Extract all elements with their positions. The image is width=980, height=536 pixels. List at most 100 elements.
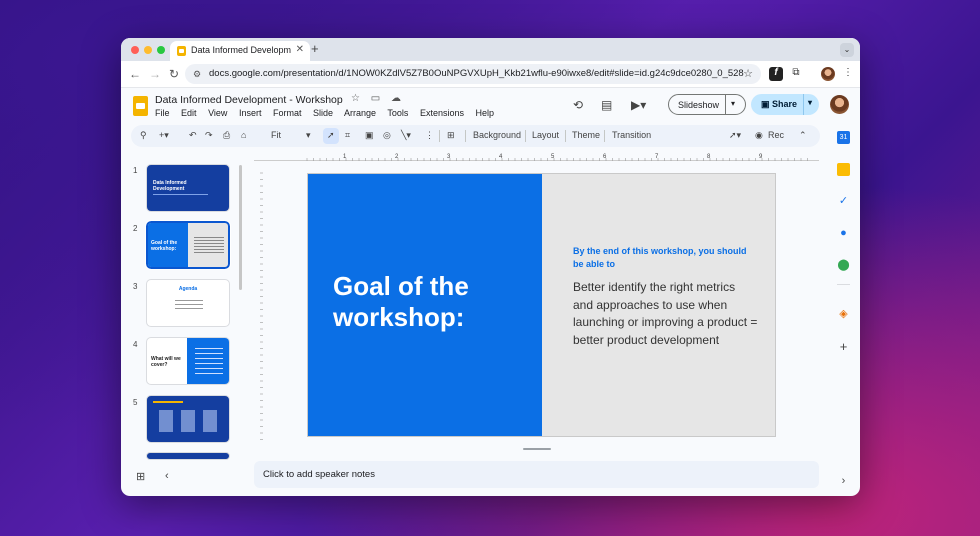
keep-icon[interactable] (837, 163, 850, 176)
slide-thumbnail-2[interactable]: Goal of the workshop: (145, 220, 231, 270)
bookmark-star-icon[interactable]: ☆ (743, 67, 753, 80)
url-text: docs.google.com/presentation/d/1NOW0KZdl… (209, 68, 744, 79)
menu-format[interactable]: Format (273, 108, 302, 118)
filmstrip-scrollbar[interactable] (239, 165, 242, 290)
menu-insert[interactable]: Insert (239, 108, 262, 118)
collapse-toolbar-chevron-icon[interactable]: ⌃ (799, 130, 807, 141)
theme-button[interactable]: Theme (572, 130, 600, 140)
thumb-title: What will we cover? (151, 356, 181, 368)
tab-close-icon[interactable]: ✕ (296, 44, 304, 55)
version-history-icon[interactable]: ⟲ (573, 98, 583, 112)
slideshow-options-chevron-icon[interactable]: ▾ (731, 99, 735, 108)
menu-arrange[interactable]: Arrange (344, 108, 376, 118)
back-arrow-icon[interactable]: ← (129, 67, 141, 81)
ruler-label: 5 (551, 154, 555, 160)
calendar-icon[interactable]: 31 (837, 131, 850, 144)
slides-favicon-icon (177, 46, 186, 56)
slides-logo-icon[interactable] (133, 96, 148, 116)
slide-number: 2 (133, 224, 138, 233)
layout-button[interactable]: Layout (532, 130, 559, 140)
menu-help[interactable]: Help (475, 108, 494, 118)
extensions-puzzle-icon[interactable]: ⧉ (789, 67, 803, 81)
share-options-chevron-icon[interactable]: ▾ (808, 98, 812, 107)
more-tools-icon[interactable]: ⋮ (425, 130, 434, 141)
slide-thumbnail-4[interactable]: What will we cover? (146, 337, 230, 385)
expand-side-panel-chevron-icon[interactable]: › (837, 475, 850, 488)
thumb-text-lines (195, 348, 223, 376)
transition-button[interactable]: Transition (612, 130, 651, 140)
cloud-status-icon[interactable]: ☁ (391, 93, 401, 104)
slide-number: 4 (133, 340, 138, 349)
zoom-select[interactable]: Fit (271, 130, 281, 140)
paint-format-icon[interactable]: ⌂ (241, 130, 246, 140)
slideshow-button[interactable]: Slideshow ▾ (668, 94, 746, 115)
star-icon[interactable]: ☆ (351, 93, 360, 104)
maps-icon[interactable]: ⬤ (837, 259, 850, 272)
select-cursor-icon[interactable]: ➚ (327, 130, 335, 141)
pointer-dropdown-icon[interactable]: ➚▾ (729, 130, 741, 141)
slide-body-text[interactable]: Better identify the right metrics and ap… (573, 279, 758, 349)
site-info-icon[interactable]: ⚙ (193, 69, 201, 80)
collapse-filmstrip-chevron-icon[interactable]: ‹ (165, 470, 169, 482)
grid-view-icon[interactable]: ⊞ (136, 470, 145, 483)
move-folder-icon[interactable]: ▭ (371, 93, 380, 104)
url-field[interactable]: ⚙ docs.google.com/presentation/d/1NOW0KZ… (185, 64, 761, 84)
current-slide[interactable]: Goal of the workshop: By the end of this… (307, 173, 776, 437)
share-button[interactable]: ▣ Share ▾ (751, 94, 819, 115)
speaker-notes[interactable]: Click to add speaker notes (254, 461, 819, 488)
menu-edit[interactable]: Edit (181, 108, 197, 118)
addon-icon[interactable]: ◈ (837, 308, 850, 321)
slide-thumbnail-3[interactable]: Agenda (146, 279, 230, 327)
add-comment-icon[interactable]: ⊞ (447, 130, 455, 141)
browser-tab[interactable]: Data Informed Development ✕ (170, 41, 310, 61)
search-menus-icon[interactable]: ⚲ (140, 130, 147, 141)
tab-search-chevron-icon[interactable]: ⌄ (840, 43, 854, 57)
close-window-button[interactable] (131, 46, 139, 54)
line-icon[interactable]: ╲▾ (401, 130, 411, 141)
get-addons-plus-icon[interactable]: + (837, 340, 850, 353)
menu-extensions[interactable]: Extensions (420, 108, 464, 118)
minimize-window-button[interactable] (144, 46, 152, 54)
menu-slide[interactable]: Slide (313, 108, 333, 118)
meet-camera-icon[interactable]: ▶▾ (631, 98, 646, 112)
zoom-chevron-icon[interactable]: ▾ (306, 130, 311, 141)
side-panel: 31 ✓ ● ⬤ ◈ + › (827, 126, 860, 496)
tasks-icon[interactable]: ✓ (837, 195, 850, 208)
notes-resize-handle[interactable] (523, 448, 551, 450)
new-tab-button[interactable]: + (311, 41, 319, 56)
fit-frame-icon[interactable]: ⌗ (345, 130, 350, 141)
image-icon[interactable]: ▣ (365, 130, 374, 141)
record-icon[interactable]: ◉ (755, 130, 763, 141)
slide-thumbnail-5[interactable] (146, 395, 230, 443)
extension-f-icon[interactable]: f (769, 67, 783, 81)
print-icon[interactable]: ⎙ (223, 130, 230, 141)
profile-avatar[interactable] (821, 67, 835, 81)
undo-icon[interactable]: ↶ (189, 130, 197, 141)
menu-file[interactable]: File (155, 108, 170, 118)
shape-icon[interactable]: ◎ (383, 130, 391, 141)
rec-button[interactable]: Rec (768, 130, 784, 140)
redo-icon[interactable]: ↷ (205, 130, 213, 141)
toolbar-divider (604, 130, 605, 142)
document-title[interactable]: Data Informed Development - Workshop (155, 94, 343, 106)
toolbar-divider (439, 130, 440, 142)
horizontal-ruler: 1 2 3 4 5 6 7 8 9 (254, 154, 819, 161)
menu-tools[interactable]: Tools (387, 108, 408, 118)
contacts-icon[interactable]: ● (837, 227, 850, 240)
share-divider (803, 94, 804, 115)
comments-icon[interactable]: ▤ (601, 98, 612, 112)
background-button[interactable]: Background (473, 130, 521, 140)
forward-arrow-icon[interactable]: → (149, 67, 161, 81)
slide-heading[interactable]: Goal of the workshop: (333, 271, 469, 333)
maximize-window-button[interactable] (157, 46, 165, 54)
new-slide-icon[interactable]: +▾ (159, 130, 169, 141)
slide-thumbnail-1[interactable]: Data Informed Development (146, 164, 230, 212)
title-icons: ☆ ▭ ☁ (351, 93, 409, 104)
account-avatar[interactable] (830, 95, 849, 114)
reload-icon[interactable]: ↻ (169, 67, 179, 81)
slide-subheading[interactable]: By the end of this workshop, you should … (573, 245, 753, 271)
browser-menu-icon[interactable]: ⋮ (841, 67, 855, 81)
slide-thumbnail-6[interactable] (146, 452, 230, 460)
menu-view[interactable]: View (208, 108, 227, 118)
slideshow-label: Slideshow (678, 100, 720, 110)
